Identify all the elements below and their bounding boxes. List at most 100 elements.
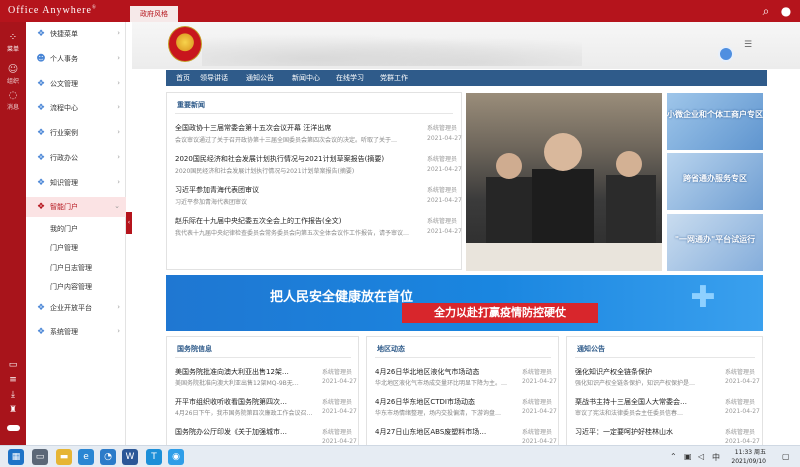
campaign-title: 把人民安全健康放在首位 [270,290,414,305]
news-source: 系统管理员 [427,125,458,132]
news-title[interactable]: 强化知识产权全链条保护 [575,367,715,377]
nav-news[interactable]: 新闻中心 [292,70,320,86]
news-title[interactable]: 美国务院批准向澳大利亚出售12架… [175,367,315,377]
news-title[interactable]: 国务院办公厅印发《关于加强城市… [175,427,315,437]
news-title[interactable]: 习近平参加青海代表团审议 [175,185,415,195]
sidebar-item-admin-office[interactable]: ❖ 行政办公 › [26,148,126,168]
news-desc: 习近平参加青海代表团审议 [175,199,248,206]
system-clock[interactable]: 11:33 周五 2021/09/10 [731,448,766,466]
news-desc: 2020国民经济和社会发展计划执行情况与2021计划草案报告(摘要) [175,168,355,175]
avatar[interactable] [718,46,734,62]
news-title[interactable]: 习近平：一定要呵护好桂林山水 [575,427,715,437]
submenu-portal-manage[interactable]: 门户管理 [50,243,78,253]
rail-menu[interactable]: ⁘ 菜单 [0,32,26,53]
sidebar-item-open-platform[interactable]: ❖ 企业开放平台 › [26,298,126,318]
monitor-icon[interactable]: ▭ [0,360,26,370]
brand-logo: Office Anywhere® [8,5,97,16]
news-source: 系统管理员 [427,187,458,194]
sidebar-item-personal[interactable]: ☻ 个人事务 › [26,49,126,69]
search-icon[interactable]: ⌕ [758,3,774,19]
side-card-small-business[interactable]: 小微企业和个体工商户专区 [667,93,763,150]
news-source: 系统管理员 [322,399,353,406]
news-title[interactable]: 全国政协十三届常委会第十五次会议开幕 汪洋出席 [175,123,405,133]
style-tab[interactable]: 政府风格 [130,6,178,22]
browser-icon[interactable]: ◉ [168,449,184,465]
app-td-icon[interactable]: T [146,449,162,465]
sidebar-item-documents[interactable]: ❖ 公文管理 › [26,74,126,94]
ime-icon[interactable]: 中 [712,452,720,463]
left-rail: ⁘ 菜单 ☺ 组织 ◌ 消息 ▭ ≡ ⤓ ♜ [0,22,26,445]
sidebar-item-label: 行政办公 [50,154,78,162]
news-desc: 4月26日下午，我市国务院第四次廉政工作会议召… [175,410,313,417]
user-icon: ☺ [7,64,19,75]
notification-icon[interactable]: ▢ [782,452,790,461]
rail-message[interactable]: ◌ 消息 [0,90,26,111]
divider [375,357,551,358]
nav-leader-speech[interactable]: 领导讲话 [200,70,228,86]
side-card-cross-province[interactable]: 跨省通办服务专区 [667,153,763,210]
news-desc: 美国务院批准向澳大利亚出售12架MQ-9B无… [175,380,299,387]
theme-toggle[interactable] [7,425,20,431]
news-date: 2021-04-27 [522,378,557,385]
news-source: 系统管理员 [725,429,756,436]
shirt-icon[interactable]: ♜ [0,405,26,415]
nav-notices[interactable]: 通知公告 [246,70,274,86]
clock-date: 2021/09/10 [731,458,766,465]
word-icon[interactable]: W [122,449,138,465]
file-explorer-icon[interactable]: ▬ [56,449,72,465]
panel-state-council: 国务院信息 美国务院批准向澳大利亚出售12架… 美国务院批准向澳大利亚出售12架… [166,336,359,445]
nav-home[interactable]: 首页 [176,70,190,86]
rail-org[interactable]: ☺ 组织 [0,64,26,85]
campaign-banner[interactable]: 把人民安全健康放在首位 全力以赴打赢疫情防控硬仗 ✚ [166,275,763,331]
hamburger-menu-icon[interactable]: ☰ [744,40,756,50]
download-icon[interactable]: ⤓ [0,390,26,400]
nav-online-learning[interactable]: 在线学习 [336,70,364,86]
news-title[interactable]: 栗战书主持十三届全国人大常委会… [575,397,715,407]
submenu-portal-content[interactable]: 门户内容管理 [50,282,92,292]
network-icon[interactable]: ▣ [684,452,692,461]
divider [575,357,755,358]
divider [175,113,453,114]
cubes-icon: ❖ [36,79,46,89]
volume-icon[interactable]: ◁ [698,452,704,461]
side-card-one-network[interactable]: "一网通办"平台试运行 [667,214,763,271]
news-title[interactable]: 2020国民经济和社会发展计划执行情况与2021计划草案报告(摘要) [175,154,415,164]
rail-menu-label: 菜单 [6,46,19,53]
edge-browser-icon[interactable]: ◔ [100,449,116,465]
chevron-down-icon: ⌄ [114,202,120,210]
mountain-artwork [202,30,582,66]
news-title[interactable]: 赵乐际在十九届中央纪委五次全会上的工作报告(全文) [175,216,415,226]
panel-notices: 通知公告 强化知识产权全链条保护 强化知识产权全链条保护，知识产权保护是… 系统… [566,336,763,445]
submenu-my-portal[interactable]: 我的门户 [50,224,78,234]
panel-regional-news: 地区动态 4月26日华北地区液化气市场动态 华北地区液化气市场成交量环比明显下降… [366,336,559,445]
submenu-portal-log[interactable]: 门户日志管理 [50,263,92,273]
news-title[interactable]: 4月26日华北地区液化气市场动态 [375,367,515,377]
news-source: 系统管理员 [427,218,458,225]
ie-browser-icon[interactable]: e [78,449,94,465]
news-source: 系统管理员 [322,429,353,436]
important-news-panel: 重要新闻 全国政协十三届常委会第十五次会议开幕 汪洋出席 会议审议通过了关于召开… [166,92,462,270]
sidebar-item-cases[interactable]: ❖ 行业案例 › [26,123,126,143]
chevron-right-icon: › [117,128,120,136]
news-source: 系统管理员 [427,156,458,163]
sidebar-item-system[interactable]: ❖ 系统管理 › [26,322,126,342]
sidebar-item-workflow[interactable]: ❖ 流程中心 › [26,98,126,118]
news-photo[interactable] [466,93,662,271]
sidebar-item-shortcut[interactable]: ❖ 快捷菜单 › [26,24,126,44]
sidebar-item-knowledge[interactable]: ❖ 知识管理 › [26,173,126,193]
news-title[interactable]: 4月27日山东地区ABS废塑料市场… [375,427,515,437]
task-view-icon[interactable]: ▭ [32,449,48,465]
chat-icon: ◌ [8,90,18,101]
news-source: 系统管理员 [725,399,756,406]
news-date: 2021-04-27 [725,408,760,415]
start-icon[interactable]: ▦ [8,449,24,465]
sidebar-item-portal[interactable]: ❖ 智能门户 ⌄ [26,197,126,217]
tray-chevron-icon[interactable]: ⌃ [670,452,677,461]
news-title[interactable]: 4月26日华东地区CTDI市场动态 [375,397,515,407]
list-icon[interactable]: ≡ [0,375,26,385]
news-title[interactable]: 开平市组织收听收看国务院第四次… [175,397,315,407]
clock-time: 11:33 周五 [734,449,766,456]
chevron-right-icon: › [117,327,120,335]
user-profile-icon[interactable]: ● [778,3,794,19]
nav-party-work[interactable]: 党群工作 [380,70,408,86]
